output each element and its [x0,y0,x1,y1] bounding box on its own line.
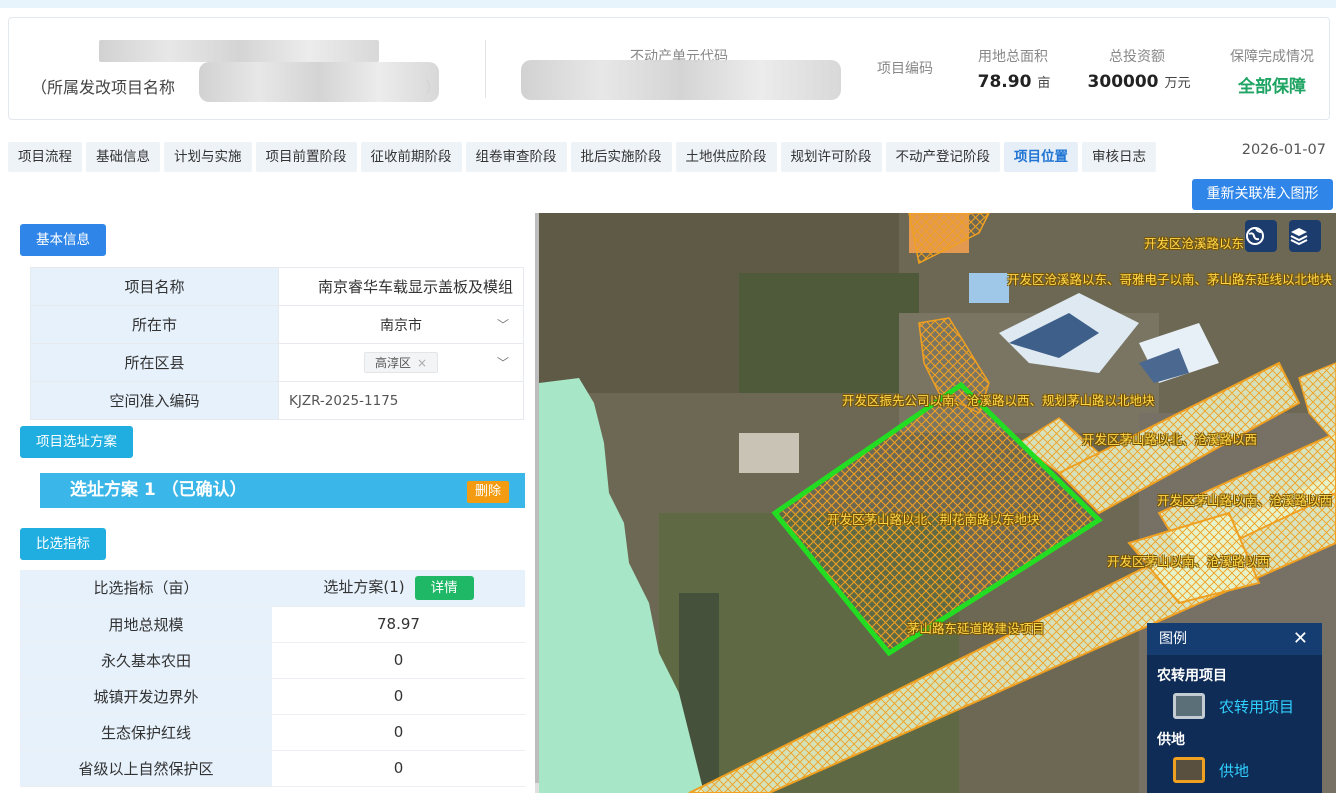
indicator-value: 0 [272,642,525,679]
project-header: （所属发改项目名称） 不动产单元代码 项目编码 用地总面积 78.90 亩 总投… [8,17,1330,120]
legend-swatch [1173,757,1205,783]
indicator-value: 78.97 [272,606,525,643]
close-icon[interactable]: ✕ [1293,623,1308,655]
basic-info-section-button[interactable]: 基本信息 [20,224,106,256]
project-code-label: 项目编码 [877,61,933,77]
legend-group-title: 农转用项目 [1157,668,1227,684]
header-divider [485,40,486,98]
table-row: 永久基本农田 0 [20,642,525,679]
indicator-table: 比选指标（亩） 选址方案(1) 详情 用地总规模 78.97 永久基本农田 0 城… [20,570,525,787]
city-select[interactable]: 南京市 ﹀ [278,305,524,344]
access-code-field[interactable]: KJZR-2025-1175 [278,381,524,420]
table-row: 城镇开发边界外 0 [20,678,525,715]
indicator-label: 用地总规模 [20,606,272,643]
guarantee-label: 保障完成情况 [1230,49,1314,65]
chip-close-icon[interactable]: × [417,356,427,370]
legend-item-farmland-conversion[interactable]: 农转用项目 [1147,693,1322,719]
layers-icon[interactable] [1289,220,1321,252]
indicator-header-label: 比选指标（亩） [20,570,272,607]
tab-land-supply-stage[interactable]: 土地供应阶段 [675,142,777,172]
legend-group-title: 供地 [1157,732,1185,748]
current-date: 2026-01-07 [1241,142,1326,158]
globe-icon[interactable] [1245,220,1277,252]
site-scheme-title: 选址方案 1 （已确认） [70,480,247,500]
info-row-access-code: 空间准入编码 KJZR-2025-1175 [30,381,524,420]
info-label: 空间准入编码 [30,381,279,420]
redacted-project-name [99,40,379,62]
indicator-label: 生态保护红线 [20,714,272,751]
map-label: 开发区沧溪路以东 [1144,236,1245,251]
redacted-unit-code [521,60,841,100]
area-label: 用地总面积 [978,49,1048,65]
map-label: 开发区茅山路以北、荆花南路以东地块 [827,512,1040,527]
tab-registration-stage[interactable]: 不动产登记阶段 [885,142,1000,172]
tab-audit-log[interactable]: 审核日志 [1082,142,1156,172]
guarantee-value: 全部保障 [1238,77,1306,97]
info-row-district: 所在区县 高淳区 × ﹀ [30,343,524,382]
satellite-map[interactable]: 开发区沧溪路以东 开发区沧溪路以东、哥雅电子以南、茅山路东延线以北地块 开发区振… [539,213,1336,793]
map-label: 茅山路东延道路建设项目 [907,621,1045,636]
tab-expropriation-stage[interactable]: 征收前期阶段 [360,142,462,172]
tab-planning-permit-stage[interactable]: 规划许可阶段 [780,142,882,172]
info-label: 项目名称 [30,267,279,306]
info-label: 所在市 [30,305,279,344]
info-label: 所在区县 [30,343,279,382]
legend-swatch [1173,693,1205,719]
chevron-down-icon: ﹀ [496,318,509,332]
city-select-value: 南京市 [380,317,422,334]
indicator-header-row: 比选指标（亩） 选址方案(1) 详情 [20,570,525,607]
tab-plan-implementation[interactable]: 计划与实施 [164,142,252,172]
indicator-value: 0 [272,714,525,751]
legend-header: 图例 ✕ [1147,623,1322,655]
invest-value: 300000 万元 [1087,72,1191,92]
tab-review-stage[interactable]: 组卷审查阶段 [465,142,567,172]
redacted-project-name-2 [199,62,439,102]
basic-info-table: 项目名称 南京睿华车载显示盖板及模组 所在市 南京市 ﹀ 所在区县 高淳区 × ﹀ 空… [30,267,524,420]
district-select[interactable]: 高淳区 × ﹀ [278,343,524,382]
tab-basic-info[interactable]: 基础信息 [86,142,160,172]
indicator-label: 省级以上自然保护区 [20,750,272,787]
area-value: 78.90 亩 [977,72,1051,92]
info-row-city: 所在市 南京市 ﹀ [30,305,524,344]
table-row: 用地总规模 78.97 [20,606,525,643]
invest-label: 总投资额 [1109,49,1165,65]
indicator-label: 永久基本农田 [20,642,272,679]
legend-item-land-supply[interactable]: 供地 [1147,757,1322,783]
relink-shape-button[interactable]: 重新关联准入图形 [1192,179,1333,210]
indicator-value: 0 [272,678,525,715]
chevron-down-icon: ﹀ [496,356,509,370]
indicator-section-button[interactable]: 比选指标 [20,528,106,560]
map-label: 开发区茅山以南、沧溪路以西 [1107,554,1270,569]
project-detail-panel: 基本信息 项目名称 南京睿华车载显示盖板及模组 所在市 南京市 ﹀ 所在区县 高淳… [8,213,535,793]
detail-button[interactable]: 详情 [414,575,474,600]
info-row-project-name: 项目名称 南京睿华车载显示盖板及模组 [30,267,524,306]
top-strip [0,0,1336,8]
map-label: 开发区茅山路以南、沧溪路以西 [1157,493,1333,508]
table-row: 生态保护红线 0 [20,714,525,751]
map-label: 开发区茅山路以北、沧溪路以西 [1082,432,1258,447]
indicator-value: 0 [272,750,525,787]
tab-project-flow[interactable]: 项目流程 [8,142,82,172]
map-label: 开发区沧溪路以东、哥雅电子以南、茅山路东延线以北地块 [1007,272,1333,287]
site-plan-section-button[interactable]: 项目选址方案 [20,426,133,458]
delete-scheme-button[interactable]: 删除 [466,481,509,503]
indicator-label: 城镇开发边界外 [20,678,272,715]
stage-tabs: 项目流程 基础信息 计划与实施 项目前置阶段 征收前期阶段 组卷审查阶段 批后实… [8,142,1160,172]
table-row: 省级以上自然保护区 0 [20,750,525,787]
tab-post-approval-stage[interactable]: 批后实施阶段 [570,142,672,172]
map-legend: 图例 ✕ 农转用项目 农转用项目 供地 供地 [1147,623,1322,793]
district-chip[interactable]: 高淳区 × [363,352,439,373]
tab-pre-stage[interactable]: 项目前置阶段 [255,142,357,172]
tab-project-location[interactable]: 项目位置 [1004,142,1078,172]
project-name-field[interactable]: 南京睿华车载显示盖板及模组 [278,267,524,306]
map-label: 开发区振先公司以南、沧溪路以西、规划茅山路以北地块 [842,393,1155,408]
indicator-header-scheme: 选址方案(1) 详情 [272,570,525,607]
site-scheme-bar[interactable]: 选址方案 1 （已确认） 删除 [40,473,525,508]
